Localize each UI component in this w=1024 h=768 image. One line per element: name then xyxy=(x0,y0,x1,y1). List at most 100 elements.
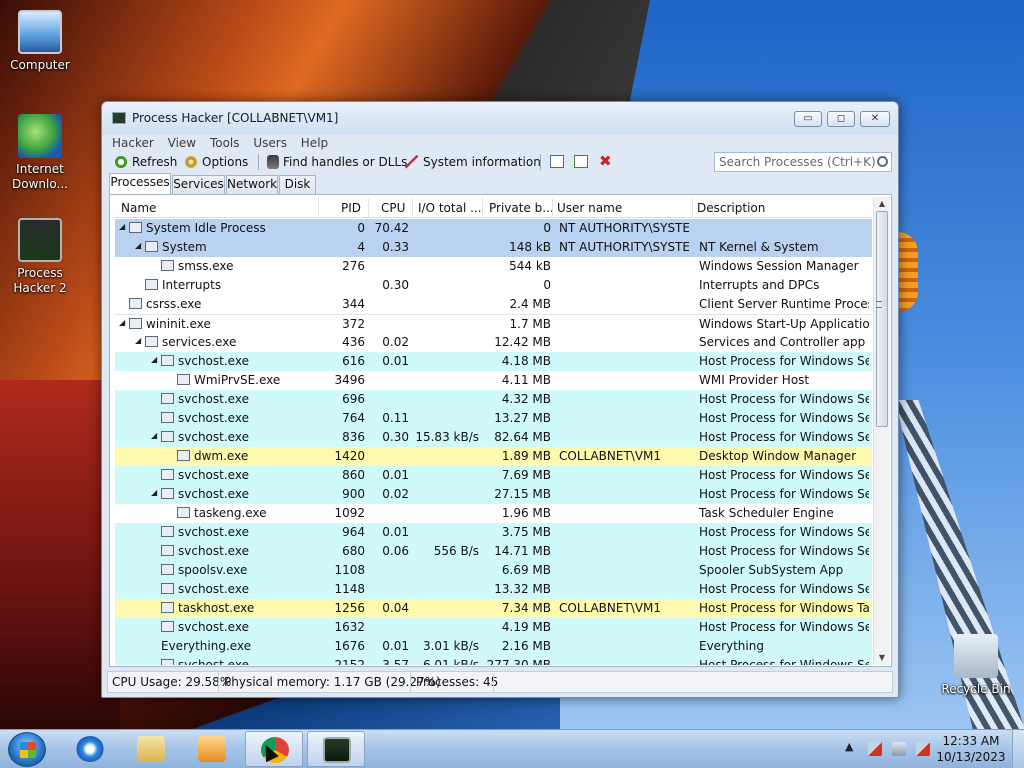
vertical-scrollbar[interactable]: ▲ ▼ xyxy=(873,197,890,665)
tree-expand-icon[interactable]: ◢ xyxy=(151,488,157,497)
process-row[interactable]: Interrupts 0.30 0 Interrupts and DPCs xyxy=(115,276,872,295)
process-row[interactable]: ◢ svchost.exe 836 0.30 15.83 kB/s 82.64 MB Hos… xyxy=(115,428,872,447)
menu-view[interactable]: View xyxy=(164,134,200,152)
minimize-button[interactable]: ▭ xyxy=(794,111,822,127)
show-hidden-icons-arrow-icon[interactable]: ▲ xyxy=(845,740,853,753)
process-name-cell: smss.exe xyxy=(161,259,315,273)
column-header-pid[interactable]: PID xyxy=(341,201,361,215)
column-header-private-bytes[interactable]: Private b... xyxy=(489,201,554,215)
process-row[interactable]: ◢ System 4 0.33 148 kB NT AUTHORITY\SYSTEM NT … xyxy=(115,238,872,257)
taskbar-file-explorer[interactable] xyxy=(122,731,180,767)
column-header-cpu[interactable]: CPU xyxy=(381,201,405,215)
terminate-x-icon[interactable]: ✖ xyxy=(599,152,612,170)
process-row[interactable]: svchost.exe 1148 13.32 MB Host Process for … xyxy=(115,580,872,599)
status-divider xyxy=(218,673,219,692)
process-row[interactable]: svchost.exe 2152 3.57 6.01 kB/s 277.30 MB Hos… xyxy=(115,656,872,665)
show-desktop-button[interactable] xyxy=(1012,730,1024,768)
tree-expand-icon[interactable]: ◢ xyxy=(151,355,157,364)
scroll-up-arrow-icon[interactable]: ▲ xyxy=(874,197,890,211)
column-divider[interactable] xyxy=(692,198,693,218)
find-handles-button[interactable]: Find handles or DLLs xyxy=(267,153,407,171)
system-information-button[interactable]: System information xyxy=(405,153,541,171)
process-row[interactable]: svchost.exe 860 0.01 7.69 MB Host Process fo… xyxy=(115,466,872,485)
process-row[interactable]: taskhost.exe 1256 0.04 7.34 MB COLLABNET\VM1… xyxy=(115,599,872,618)
window-icon[interactable] xyxy=(550,155,564,168)
process-row[interactable]: ◢ svchost.exe 900 0.02 27.15 MB Host Process … xyxy=(115,485,872,504)
refresh-button[interactable]: Refresh xyxy=(114,153,177,171)
title-bar[interactable]: Process Hacker [COLLABNET\VM1] ▭ ◻ ✕ xyxy=(102,102,898,134)
tab-disk[interactable]: Disk xyxy=(279,175,316,194)
desktop-icon-label: Internet Downlo... xyxy=(12,162,68,191)
column-divider[interactable] xyxy=(368,198,369,218)
process-row[interactable]: dwm.exe 1420 1.89 MB COLLABNET\VM1 Desktop W… xyxy=(115,447,872,466)
tree-expand-icon[interactable]: ◢ xyxy=(119,318,125,327)
tree-expand-icon[interactable]: ◢ xyxy=(119,222,125,231)
desktop-icon-recycle-bin[interactable]: Recycle Bin xyxy=(938,634,1014,697)
column-divider[interactable] xyxy=(318,198,319,218)
process-row[interactable]: csrss.exe 344 2.4 MB Client Server Runtime … xyxy=(115,295,872,314)
process-row[interactable]: ◢ System Idle Process 0 70.42 0 NT AUTHORITY\… xyxy=(115,219,872,238)
network-icon[interactable] xyxy=(892,742,906,756)
private-bytes-cell: 12.42 MB xyxy=(494,335,551,349)
description-cell: Host Process for Windows Tas... xyxy=(699,601,869,615)
options-button[interactable]: Options xyxy=(184,153,248,171)
process-row[interactable]: WmiPrvSE.exe 3496 4.11 MB WMI Provider Host xyxy=(115,371,872,390)
maximize-button[interactable]: ◻ xyxy=(827,111,855,127)
tab-services[interactable]: Services xyxy=(172,175,225,194)
search-icon[interactable] xyxy=(877,156,888,167)
taskbar-process-hacker[interactable] xyxy=(307,731,365,767)
process-row[interactable]: svchost.exe 680 0.06 556 B/s 14.71 MB Host Pr… xyxy=(115,542,872,561)
search-processes-input[interactable]: Search Processes (Ctrl+K) xyxy=(714,152,892,172)
private-bytes-cell: 27.15 MB xyxy=(494,487,551,501)
tree-expand-icon[interactable]: ◢ xyxy=(135,336,141,345)
action-center-flag-icon[interactable] xyxy=(868,742,882,756)
close-button[interactable]: ✕ xyxy=(860,111,890,127)
volume-muted-icon[interactable] xyxy=(916,742,930,756)
process-icon xyxy=(129,298,142,309)
process-row[interactable]: taskeng.exe 1092 1.96 MB Task Scheduler Eng… xyxy=(115,504,872,523)
menu-hacker[interactable]: Hacker xyxy=(108,134,158,152)
column-header-name[interactable]: Name xyxy=(121,201,156,215)
desktop-icon-internet-download[interactable]: Internet Downlo... xyxy=(2,114,78,192)
system-clock[interactable]: 12:33 AM 10/13/2023 xyxy=(936,733,1006,765)
private-bytes-cell: 82.64 MB xyxy=(494,430,551,444)
column-divider[interactable] xyxy=(412,198,413,218)
description-cell: Host Process for Windows Ser... xyxy=(699,658,869,665)
column-divider[interactable] xyxy=(552,198,553,218)
options-label: Options xyxy=(202,155,249,169)
graph-icon xyxy=(405,155,419,169)
menu-users[interactable]: Users xyxy=(249,134,291,152)
taskbar-media-player[interactable] xyxy=(183,731,241,767)
process-row[interactable]: svchost.exe 764 0.11 13.27 MB Host Process f… xyxy=(115,409,872,428)
process-row[interactable]: svchost.exe 964 0.01 3.75 MB Host Process fo… xyxy=(115,523,872,542)
process-row[interactable]: svchost.exe 696 4.32 MB Host Process for Wi… xyxy=(115,390,872,409)
process-row[interactable]: ◢ services.exe 436 0.02 12.42 MB Services and… xyxy=(115,333,872,352)
process-hacker-window[interactable]: Process Hacker [COLLABNET\VM1] ▭ ◻ ✕ Hac… xyxy=(101,101,899,698)
scroll-down-arrow-icon[interactable]: ▼ xyxy=(874,651,890,665)
process-row[interactable]: smss.exe 276 544 kB Windows Session Manager xyxy=(115,257,872,276)
process-icon xyxy=(177,374,190,385)
process-row[interactable]: svchost.exe 1632 4.19 MB Host Process for W… xyxy=(115,618,872,637)
process-row[interactable]: spoolsv.exe 1108 6.69 MB Spooler SubSystem … xyxy=(115,561,872,580)
private-bytes-cell: 2.4 MB xyxy=(509,297,551,311)
window-arrow-icon[interactable] xyxy=(574,155,588,168)
column-header-io-total[interactable]: I/O total ... xyxy=(418,201,482,215)
desktop-icon-computer[interactable]: Computer xyxy=(2,10,78,73)
column-header-user-name[interactable]: User name xyxy=(557,201,622,215)
process-row[interactable]: ◢ wininit.exe 372 1.7 MB Windows Start-Up Ap… xyxy=(115,314,872,333)
tree-expand-icon[interactable]: ◢ xyxy=(151,431,157,440)
tree-expand-icon[interactable]: ◢ xyxy=(135,241,141,250)
process-row[interactable]: ◢ svchost.exe 616 0.01 4.18 MB Host Process f… xyxy=(115,352,872,371)
scrollbar-thumb[interactable] xyxy=(876,211,888,427)
menu-tools[interactable]: Tools xyxy=(206,134,244,152)
tab-network[interactable]: Network xyxy=(226,175,278,194)
taskbar-internet-explorer[interactable] xyxy=(61,731,119,767)
start-button[interactable] xyxy=(8,732,46,767)
process-row[interactable]: Everything.exe 1676 0.01 3.01 kB/s 2.16 MB Ev… xyxy=(115,637,872,656)
tab-processes[interactable]: Processes xyxy=(109,173,171,194)
column-header-description[interactable]: Description xyxy=(697,201,765,215)
private-bytes-cell: 4.18 MB xyxy=(501,354,551,368)
desktop-icon-process-hacker[interactable]: Process Hacker 2 xyxy=(2,218,78,296)
menu-help[interactable]: Help xyxy=(297,134,332,152)
column-divider[interactable] xyxy=(482,198,483,218)
